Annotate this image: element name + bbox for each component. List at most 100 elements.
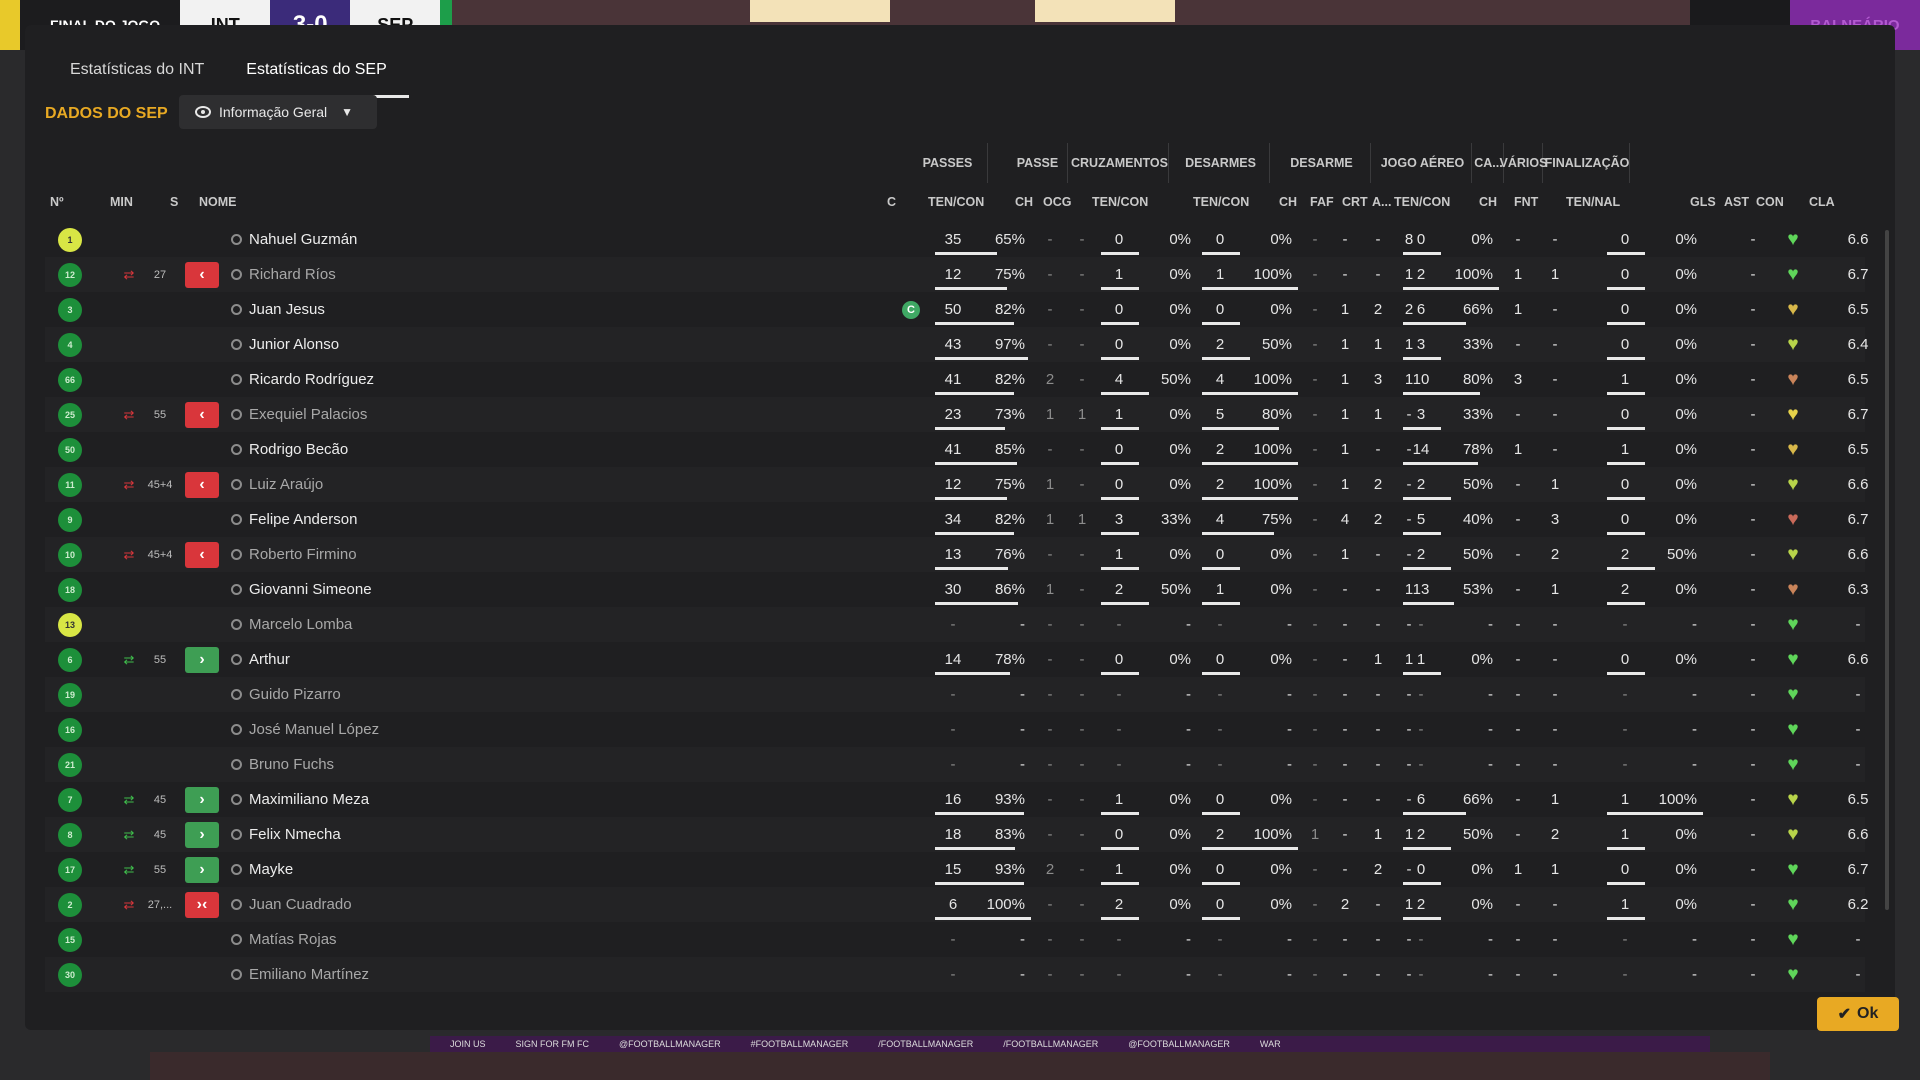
- ok-button[interactable]: ✔ Ok: [1817, 997, 1899, 1031]
- crosses-percentage: 0%: [1169, 301, 1191, 318]
- cell: [229, 397, 243, 432]
- table-row[interactable]: 6 ⇄ 55 › Arthur 14 78% - -0 0% 0 0% - -1 1 1 0% - -0 0% - ♥ 6.…: [45, 642, 1868, 677]
- passes-attempts: 23: [944, 406, 962, 423]
- column-header-passe_ch[interactable]: CH: [1015, 195, 1033, 209]
- cell: -: [1305, 222, 1325, 257]
- column-header-passe_ocg[interactable]: OCG: [1043, 195, 1071, 209]
- table-row[interactable]: 16 José Manuel López - - - - - - - - - - - - - - - - - - - ♥ -: [45, 712, 1865, 747]
- table-row[interactable]: 17 ⇄ 55 › Mayke 15 93% 2-1 0% 0 0% - -2-0 0% 1 1 0 0% - ♥ 6.…: [45, 852, 1868, 887]
- table-row[interactable]: 12 ⇄ 27 ‹ Richard Ríos 12 75% - -1 0% 1 100% - - -1 2 10…: [45, 257, 1868, 292]
- shots-percentage: 0%: [1675, 301, 1697, 318]
- aerial-bar: [1403, 602, 1454, 605]
- table-row[interactable]: 18 Giovanni Simeone 30 86% 1 - 2 50% 1 0% - - - 1 13 53…: [45, 572, 1868, 607]
- tab-away-stats[interactable]: Estatísticas do SEP: [226, 45, 409, 98]
- cell: 0%: [1443, 887, 1493, 922]
- passes-percentage: 93%: [994, 791, 1025, 808]
- cell: -: [1242, 957, 1292, 992]
- column-header-no[interactable]: Nº: [50, 195, 64, 209]
- column-header-d_crt[interactable]: CRT: [1342, 195, 1368, 209]
- chances-created: -: [1079, 896, 1085, 913]
- column-header-gls[interactable]: GLS: [1690, 195, 1716, 209]
- cell: -: [1508, 712, 1528, 747]
- column-header-con[interactable]: CON: [1756, 195, 1784, 209]
- cell: 0%: [1242, 222, 1292, 257]
- cell: [229, 222, 243, 257]
- tackles-bar: [1202, 392, 1298, 395]
- cell: -: [1368, 432, 1388, 467]
- column-header-cla[interactable]: CLA: [1809, 195, 1835, 209]
- table-row[interactable]: 50 Rodrigo Becão 41 85% - - 0 0% 2 100% - 1 - - 14 78% 1…: [45, 432, 1868, 467]
- substitution-icon: ⇄: [123, 826, 135, 842]
- column-header-passes[interactable]: TEN/CON: [928, 195, 984, 209]
- group-header-varios: VÁRIOS: [1500, 143, 1547, 183]
- scrollbar[interactable]: [1885, 230, 1889, 910]
- cell: -: [1743, 257, 1763, 292]
- cell: 2: [1368, 852, 1388, 887]
- column-header-desarmes[interactable]: TEN/CON: [1193, 195, 1249, 209]
- table-row[interactable]: 11 ⇄ 45+4 ‹ Luiz Araújo 12 75% 1-0 0% 2 100% -1 2-2 5…: [45, 467, 1868, 502]
- table-row[interactable]: 1 Nahuel Guzmán 35 65% - -0 0% 0 0% - - -8 0 0% - -0 0% -…: [45, 222, 1868, 257]
- column-header-ast[interactable]: AST: [1724, 195, 1749, 209]
- table-row[interactable]: 21 Bruno Fuchs - - - - - - - - - - - - - - - - - - - ♥ -: [45, 747, 1865, 782]
- cell: -: [1039, 782, 1061, 817]
- column-header-min[interactable]: MIN: [110, 195, 133, 209]
- tab-home-stats[interactable]: Estatísticas do INT: [50, 45, 226, 98]
- shots-percentage: 0%: [1675, 826, 1697, 843]
- cell: ⇄: [119, 887, 139, 922]
- table-row[interactable]: 13 Marcelo Lomba - - - - - - - - - - - - - - - - - - - ♥ -: [45, 607, 1865, 642]
- table-row[interactable]: 7 ⇄ 45 › Maximiliano Meza 16 93% - -1 0% 0 0% - - - -6 6…: [45, 782, 1868, 817]
- column-header-ca_ch[interactable]: CH: [1479, 195, 1497, 209]
- column-header-s[interactable]: S: [170, 195, 178, 209]
- column-header-cruz[interactable]: TEN/CON: [1092, 195, 1148, 209]
- table-row[interactable]: 4 Junior Alonso 43 97% - -0 0% 2 50% -1 1 1 3 33% - -0 0…: [45, 327, 1868, 362]
- cell: -: [1101, 747, 1137, 782]
- condition-heart-icon: ♥: [1787, 649, 1799, 670]
- shots-attempts: -: [1622, 721, 1628, 738]
- column-header-d_ch[interactable]: CH: [1279, 195, 1297, 209]
- rating: 6.6: [1847, 826, 1869, 843]
- ca-ch: -: [1515, 231, 1521, 248]
- key-passes: -: [1047, 651, 1053, 668]
- column-header-d_faf[interactable]: FAF: [1310, 195, 1334, 209]
- fnt: -: [1552, 406, 1558, 423]
- table-row[interactable]: 19 Guido Pizarro - - - - - - - - - - - - - - - - - - - ♥ -: [45, 677, 1865, 712]
- condition-heart-icon: ♥: [1787, 894, 1799, 915]
- tackles-percentage: 0%: [1270, 231, 1292, 248]
- shots-attempts: 1: [1620, 791, 1630, 808]
- tackle-ch: -: [1312, 546, 1318, 563]
- column-header-c[interactable]: C: [887, 195, 896, 209]
- aerial-attempts: -: [1418, 756, 1424, 773]
- fnt: 2: [1550, 826, 1560, 843]
- table-row[interactable]: 15 Matías Rojas - - - - - - - - - - - - - - - - - - - ♥ -: [45, 922, 1865, 957]
- table-row[interactable]: 25 ⇄ 55 ‹ Exequiel Palacios 23 73% 1 1 1 0% 5 80% - 1 1…: [45, 397, 1868, 432]
- table-row[interactable]: 66 Ricardo Rodríguez 41 82% 2-4 50% 4 100% -1 3 1 1…: [45, 362, 1868, 397]
- column-header-aereo[interactable]: TEN/CON: [1394, 195, 1450, 209]
- table-row[interactable]: 2 ⇄ 27,... ›‹ Juan Cuadrado 6 100% - - 2 0% 0 0% - 2 - 1…: [45, 887, 1868, 922]
- table-row[interactable]: 3 Juan Jesus C 50 82% - -0 0% 0 0% -1 2 2 6 66% 1-0 0% - ♥…: [45, 292, 1868, 327]
- shots-percentage: 0%: [1675, 371, 1697, 388]
- aerial-bar: [1403, 427, 1442, 430]
- crosses-percentage: 0%: [1169, 231, 1191, 248]
- cell: -: [1242, 922, 1292, 957]
- shirt-number-badge: 4: [58, 332, 82, 357]
- column-header-final[interactable]: TEN/NAL: [1566, 195, 1620, 209]
- column-header-nome[interactable]: NOME: [199, 195, 237, 209]
- column-header-d_a[interactable]: A...: [1372, 195, 1391, 209]
- tackles-attempts: 1: [1215, 266, 1225, 283]
- cell: 1: [1039, 467, 1061, 502]
- passes-percentage: 100%: [986, 896, 1025, 913]
- table-row[interactable]: 8 ⇄ 45 › Felix Nmecha 18 83% - - 0 0% 2 100% 1 - 1 1 2 50%…: [45, 817, 1868, 852]
- column-header-fnt[interactable]: FNT: [1514, 195, 1538, 209]
- view-dropdown[interactable]: Informação Geral ▼: [179, 95, 377, 129]
- cell: -: [975, 747, 1025, 782]
- person-icon: [230, 584, 242, 595]
- table-row[interactable]: 9 Felipe Anderson 34 82% 1 1 3 33% 4 75% - 4 2 - 5 40% -…: [45, 502, 1868, 537]
- shots-attempts: 2: [1620, 581, 1630, 598]
- crosses-percentage: 0%: [1169, 791, 1191, 808]
- shirt-number-badge: 16: [58, 717, 82, 742]
- tackles-attempts: 0: [1215, 651, 1225, 668]
- table-row[interactable]: 10 ⇄ 45+4 ‹ Roberto Firmino 13 76% - - 1 0% 0 0% - 1 - -…: [45, 537, 1868, 572]
- cell: 25: [55, 397, 85, 432]
- table-row[interactable]: 30 Emiliano Martínez - - - - - - - - - - - - - - - - - - - ♥ -: [45, 957, 1865, 992]
- cell: -: [1039, 887, 1061, 922]
